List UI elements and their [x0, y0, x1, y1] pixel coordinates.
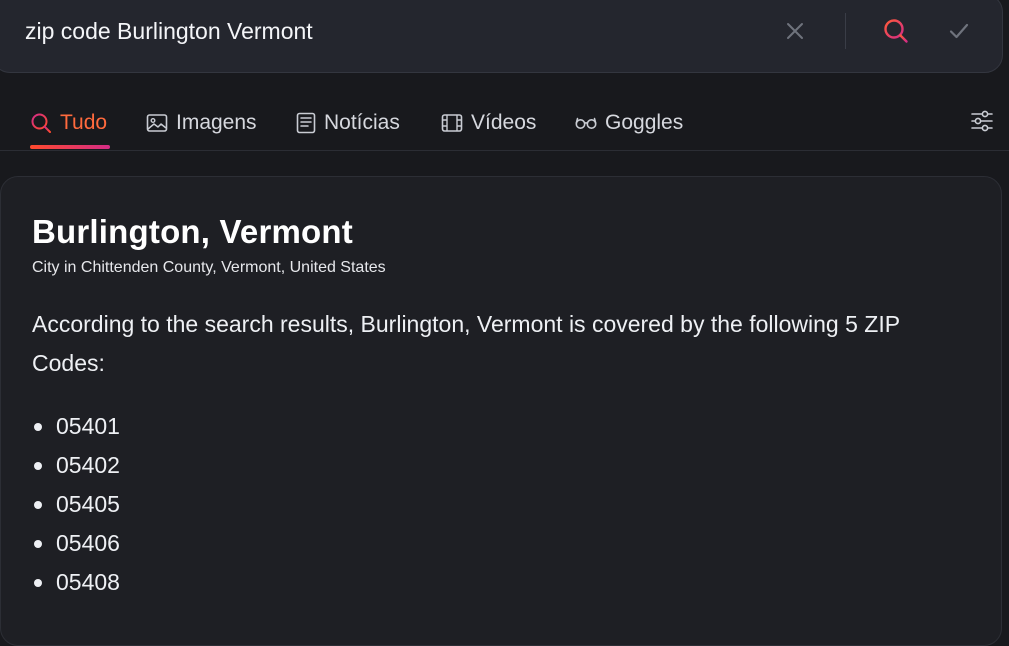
- tab-label: Goggles: [605, 111, 684, 134]
- answer-card: Burlington, Vermont City in Chittenden C…: [0, 176, 1002, 646]
- search-bar-divider: [845, 13, 846, 49]
- zip-code: 05408: [56, 569, 120, 595]
- list-item: 05405: [32, 485, 120, 524]
- search-icon: [30, 112, 52, 134]
- entity-title: Burlington, Vermont: [32, 213, 353, 250]
- zip-code: 05402: [56, 452, 120, 478]
- sliders-icon: [971, 110, 993, 132]
- image-icon: [146, 113, 168, 133]
- entity-subtitle: City in Chittenden County, Vermont, Unit…: [32, 259, 386, 276]
- checkmark-icon: [949, 23, 969, 39]
- filters-button[interactable]: [968, 107, 996, 135]
- bullet-icon: [34, 423, 42, 431]
- zip-code: 05405: [56, 491, 120, 517]
- tab-label: Tudo: [60, 111, 108, 134]
- bullet-icon: [34, 579, 42, 587]
- list-item: 05408: [32, 563, 120, 602]
- list-item: 05401: [32, 407, 120, 446]
- news-icon: [296, 112, 316, 134]
- glasses-icon: [575, 116, 597, 130]
- bullet-icon: [34, 501, 42, 509]
- confirm-button[interactable]: [944, 16, 974, 46]
- zip-code: 05406: [56, 530, 120, 556]
- tab-label: Imagens: [176, 111, 257, 134]
- bullet-icon: [34, 540, 42, 548]
- search-button[interactable]: [880, 15, 912, 47]
- close-icon: [787, 23, 803, 39]
- search-tabs: Tudo Imagens Notícias Vídeos Goggles: [0, 96, 1009, 151]
- list-item: 05406: [32, 524, 120, 563]
- tab-label: Vídeos: [471, 111, 537, 134]
- tab-images[interactable]: Imagens: [146, 108, 257, 138]
- bullet-icon: [34, 462, 42, 470]
- search-input[interactable]: [25, 13, 725, 49]
- active-tab-indicator: [30, 145, 110, 149]
- clear-search-button[interactable]: [781, 17, 809, 45]
- tabs-divider: [0, 150, 1009, 151]
- answer-text: According to the search results, Burling…: [32, 311, 900, 376]
- list-item: 05402: [32, 446, 120, 485]
- tab-all[interactable]: Tudo: [30, 108, 107, 138]
- zip-code-list: 05401 05402 05405 05406 05408: [32, 407, 120, 602]
- search-icon: [884, 19, 908, 43]
- tab-goggles[interactable]: Goggles: [575, 108, 683, 138]
- tab-videos[interactable]: Vídeos: [441, 108, 536, 138]
- search-bar: [0, 0, 1003, 73]
- film-icon: [441, 113, 463, 133]
- tab-news[interactable]: Notícias: [296, 108, 400, 138]
- zip-code: 05401: [56, 413, 120, 439]
- tab-label: Notícias: [324, 111, 400, 134]
